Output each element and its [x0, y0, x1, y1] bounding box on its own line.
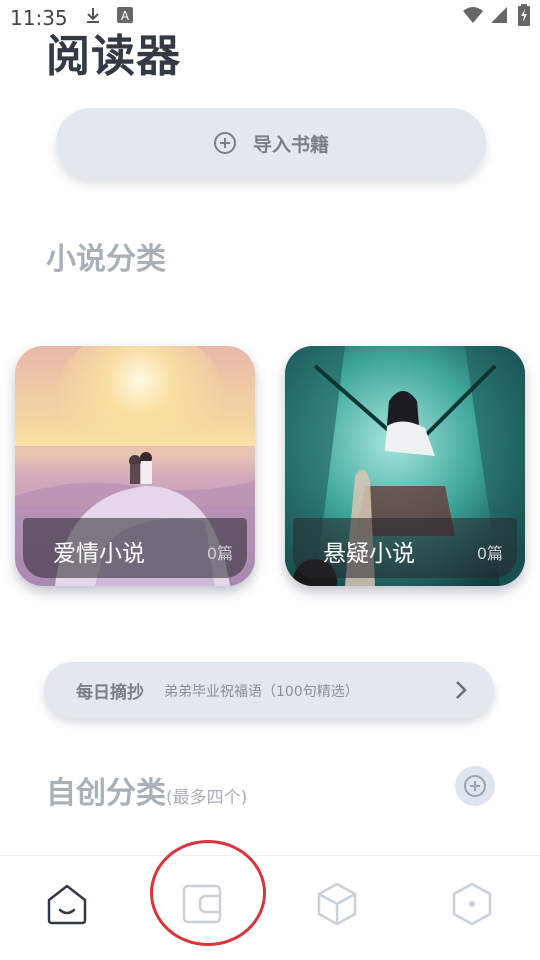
chevron-right-icon: [456, 681, 467, 699]
nav-bookshelf[interactable]: [172, 876, 232, 936]
add-category-button[interactable]: [455, 766, 495, 806]
battery-icon: [518, 4, 530, 26]
plus-circle-icon: [464, 775, 486, 797]
wifi-icon: [463, 7, 483, 23]
category-caption: 爱情小说 0篇: [23, 518, 247, 578]
page-title: 阅读器: [46, 31, 181, 82]
category-count: 0篇: [476, 544, 503, 563]
daily-excerpt-text: 弟弟毕业祝福语（100句精选）: [164, 684, 359, 700]
daily-excerpt-banner[interactable]: 每日摘抄 弟弟毕业祝福语（100句精选）: [44, 662, 494, 718]
app-screen: 11:35 A 阅读器 导入书籍 小说分类 爱情小说 0篇 悬疑小说 0篇 每日…: [0, 0, 540, 960]
custom-category-heading: 自创分类(最多四个): [46, 768, 247, 812]
nav-discover[interactable]: [307, 876, 367, 936]
category-title: 爱情小说: [53, 541, 145, 567]
category-card-mystery[interactable]: 悬疑小说 0篇: [285, 346, 525, 586]
cube-icon: [317, 882, 357, 926]
custom-category-title: 自创分类: [46, 776, 166, 811]
signal-icon: [491, 7, 507, 23]
category-count: 0篇: [206, 544, 233, 563]
category-card-romance[interactable]: 爱情小说 0篇: [15, 346, 255, 586]
novel-category-heading: 小说分类: [46, 242, 166, 277]
nav-home[interactable]: [37, 876, 97, 936]
custom-category-note: (最多四个): [166, 788, 248, 808]
daily-excerpt-label: 每日摘抄: [76, 683, 144, 703]
wallet-icon: [182, 884, 222, 924]
bottom-navigation: [0, 855, 540, 960]
plus-circle-icon: [213, 132, 236, 154]
import-books-button[interactable]: 导入书籍: [56, 108, 486, 178]
category-caption: 悬疑小说 0篇: [293, 518, 517, 578]
hexagon-icon: [452, 882, 492, 926]
home-smile-icon: [47, 884, 87, 925]
category-title: 悬疑小说: [323, 541, 415, 567]
import-books-label: 导入书籍: [252, 133, 329, 156]
nav-profile[interactable]: [442, 876, 502, 936]
